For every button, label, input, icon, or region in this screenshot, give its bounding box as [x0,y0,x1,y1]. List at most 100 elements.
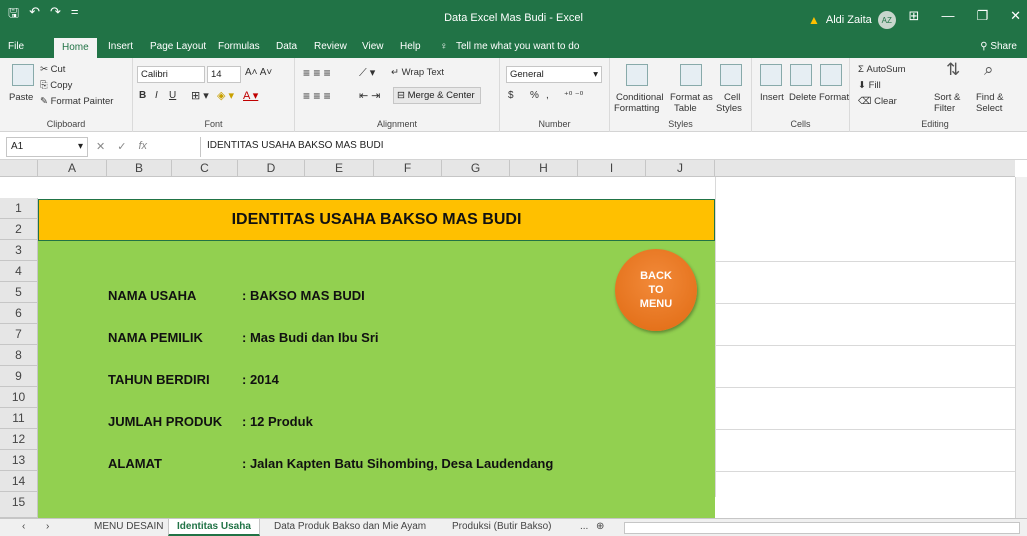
restore-icon[interactable]: ❐ [976,8,988,24]
minimize-icon[interactable]: — [941,8,954,24]
fill-button[interactable]: ⬇ Fill [858,80,881,91]
row-header[interactable]: 2 [0,219,38,240]
format-as-label[interactable]: Format as [670,92,713,103]
insert-cells-icon[interactable] [760,64,782,86]
column-header[interactable]: I [578,160,646,177]
format-as-table-icon[interactable] [680,64,702,86]
format-label[interactable]: Format [819,92,849,103]
share-button[interactable]: ⚲ Share [980,41,1017,52]
autosum-button[interactable]: Σ AutoSum [858,64,906,75]
paste-icon[interactable] [12,64,34,86]
cancel-icon[interactable]: ✕ [96,140,105,153]
name-box[interactable]: A1 ▾ [6,137,88,157]
table-label[interactable]: Table [674,103,697,114]
insert-function-icon[interactable]: fx [138,140,147,153]
conditional-formatting-icon[interactable] [626,64,648,86]
font-size-select[interactable]: 14 [207,66,241,83]
header-cell-merged[interactable]: IDENTITAS USAHA BAKSO MAS BUDI [38,199,715,241]
sort-filter-icon[interactable]: ⇅ [946,60,960,80]
indent-icon[interactable]: ⇤ ⇥ [359,89,381,102]
row-header[interactable]: 15 [0,492,38,518]
cell-styles-icon[interactable] [720,64,742,86]
close-icon[interactable]: ✕ [1010,8,1021,24]
tell-me-box[interactable]: Tell me what you want to do [456,41,579,52]
cell-label[interactable]: Cell [724,92,740,103]
row-header[interactable]: 4 [0,261,38,282]
bold-button[interactable]: B [139,90,146,101]
comma-button[interactable]: , [546,90,549,101]
column-header[interactable]: A [38,160,107,177]
magnifier-icon[interactable]: ⌕ [984,60,994,80]
find-label[interactable]: Find & [976,92,1003,103]
delete-label[interactable]: Delete [789,92,816,103]
merge-center-button[interactable]: ⊟ Merge & Center [393,87,481,104]
column-header[interactable]: J [646,160,715,177]
column-header[interactable]: C [172,160,238,177]
conditional-label[interactable]: Conditional [616,92,664,103]
tab-home[interactable]: Home [54,38,97,58]
formula-input[interactable]: IDENTITAS USAHA BAKSO MAS BUDI [200,137,1015,157]
more-sheets-icon[interactable]: ... [580,521,588,532]
back-to-menu-button[interactable]: BACK TO MENU [615,249,697,331]
horizontal-scrollbar[interactable] [624,522,1020,534]
orientation-icon[interactable]: ⟋ ▾ [359,66,375,80]
tab-review[interactable]: Review [314,41,347,52]
tab-view[interactable]: View [362,41,384,52]
row-header[interactable]: 5 [0,282,38,303]
styles-label[interactable]: Styles [716,103,742,114]
row-header[interactable]: 10 [0,387,38,408]
borders-icon[interactable]: ⊞ ▾ [191,89,209,102]
sheet-tab-data-produk[interactable]: Data Produk Bakso dan Mie Ayam [274,521,426,532]
format-cells-icon[interactable] [820,64,842,86]
number-format-select[interactable]: General ▾ [506,66,602,83]
row-header[interactable]: 11 [0,408,38,429]
cut-button[interactable]: ✂ Cut [40,64,65,75]
copy-button[interactable]: ⎘ Copy [40,80,72,91]
row-header[interactable]: 14 [0,471,38,492]
filter-label[interactable]: Filter [934,103,955,114]
enter-icon[interactable]: ✓ [117,140,126,153]
row-header[interactable]: 13 [0,450,38,471]
fill-color-icon[interactable]: ◈ ▾ [217,89,234,102]
sort-label[interactable]: Sort & [934,92,960,103]
tab-file[interactable]: File [8,41,24,52]
column-header[interactable]: G [442,160,510,177]
insert-label[interactable]: Insert [760,92,784,103]
underline-button[interactable]: U [169,90,176,101]
column-header[interactable]: F [374,160,442,177]
tab-help[interactable]: Help [400,41,421,52]
font-name-select[interactable]: Calibri [137,66,205,83]
column-header[interactable]: B [107,160,172,177]
ribbon-display-icon[interactable]: ⊞ [909,8,920,24]
row-header[interactable]: 7 [0,324,38,345]
italic-button[interactable]: I [155,90,158,101]
percent-button[interactable]: % [530,90,539,101]
add-sheet-icon[interactable]: ⊕ [596,521,604,532]
paste-label[interactable]: Paste [9,92,33,103]
tab-insert[interactable]: Insert [108,41,133,52]
column-header[interactable]: H [510,160,578,177]
align-left-icon[interactable]: ≡ ≡ ≡ [303,89,331,103]
wrap-text-button[interactable]: ↵ Wrap Text [391,67,444,78]
select-all-corner[interactable] [0,160,38,177]
tab-page-layout[interactable]: Page Layout [150,41,206,52]
column-header[interactable]: E [305,160,374,177]
row-header[interactable]: 6 [0,303,38,324]
row-header[interactable]: 8 [0,345,38,366]
row-header[interactable]: 9 [0,366,38,387]
row-header[interactable]: 12 [0,429,38,450]
user-account[interactable]: ▲ Aldi Zaita AZ [808,11,896,29]
grow-font-icon[interactable]: A˄ A˅ [245,67,272,78]
row-header[interactable]: 1 [0,198,38,219]
tab-data[interactable]: Data [276,41,297,52]
select-label[interactable]: Select [976,103,1002,114]
column-header[interactable]: D [238,160,305,177]
align-top-icon[interactable]: ≡ ≡ ≡ [303,66,331,80]
currency-button[interactable]: $ [508,90,514,101]
sheet-tab-menu-desain[interactable]: MENU DESAIN [94,521,163,532]
row-header[interactable]: 3 [0,240,38,261]
delete-cells-icon[interactable] [790,64,812,86]
avatar[interactable]: AZ [877,11,896,29]
scroll-right-icon[interactable]: › [46,521,49,532]
vertical-scrollbar[interactable] [1015,177,1027,518]
